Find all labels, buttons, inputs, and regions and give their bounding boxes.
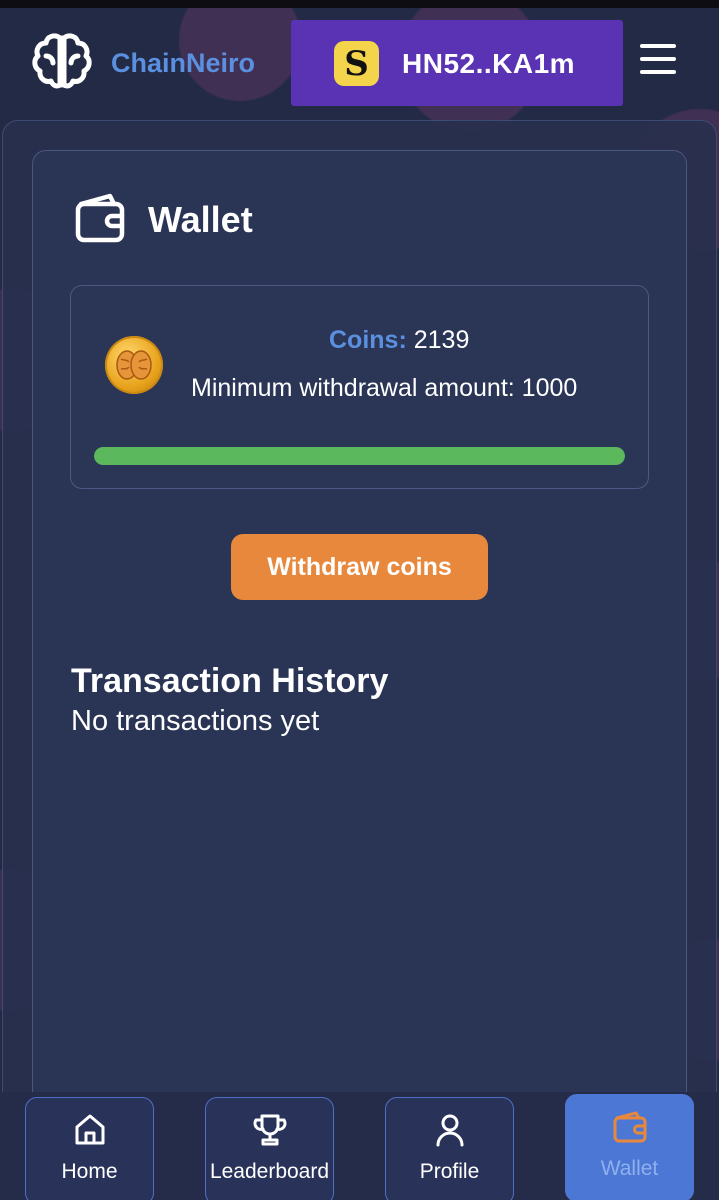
transaction-history-empty: No transactions yet <box>71 705 320 737</box>
hamburger-menu-icon[interactable] <box>640 44 676 74</box>
coins-value: 2139 <box>413 326 470 354</box>
minimum-withdrawal-text: Minimum withdrawal amount: 1000 <box>191 374 578 402</box>
status-strip <box>0 0 719 8</box>
nav-leaderboard[interactable]: Leaderboard <box>205 1097 334 1200</box>
wallet-provider-icon: S <box>334 41 379 86</box>
nav-home[interactable]: Home <box>25 1097 154 1200</box>
nav-profile[interactable]: Profile <box>385 1097 514 1200</box>
withdrawal-progress-fill <box>94 447 625 465</box>
wallet-address: HN52..KA1m <box>402 48 576 79</box>
withdraw-coins-button[interactable]: Withdraw coins <box>231 534 488 600</box>
withdrawal-progress-bar <box>94 447 625 465</box>
home-icon <box>75 1114 104 1145</box>
user-icon <box>436 1114 463 1147</box>
nav-leaderboard-label: Leaderboard <box>209 1160 330 1183</box>
header: ChainNeiro S HN52..KA1m <box>0 8 719 116</box>
wallet-icon <box>75 193 125 243</box>
trophy-icon <box>252 1114 287 1146</box>
brain-coin-icon <box>105 336 163 394</box>
wallet-icon <box>613 1111 646 1143</box>
transaction-history-title: Transaction History <box>71 662 389 700</box>
coins-balance: Coins: 2139 <box>329 326 469 355</box>
brand-name: ChainNeiro <box>111 48 256 78</box>
nav-profile-label: Profile <box>419 1160 480 1183</box>
nav-wallet-label: Wallet <box>600 1157 659 1180</box>
wallet-address-chip[interactable]: S HN52..KA1m <box>291 20 623 106</box>
nav-home-label: Home <box>61 1160 118 1183</box>
brain-logo-icon[interactable] <box>30 30 94 94</box>
wallet-title: Wallet <box>148 199 253 240</box>
nav-wallet[interactable]: Wallet <box>565 1094 694 1200</box>
coins-label: Coins: <box>329 326 407 354</box>
app-screen: ChainNeiro S HN52..KA1m Wallet Coins: 21… <box>0 0 719 1200</box>
